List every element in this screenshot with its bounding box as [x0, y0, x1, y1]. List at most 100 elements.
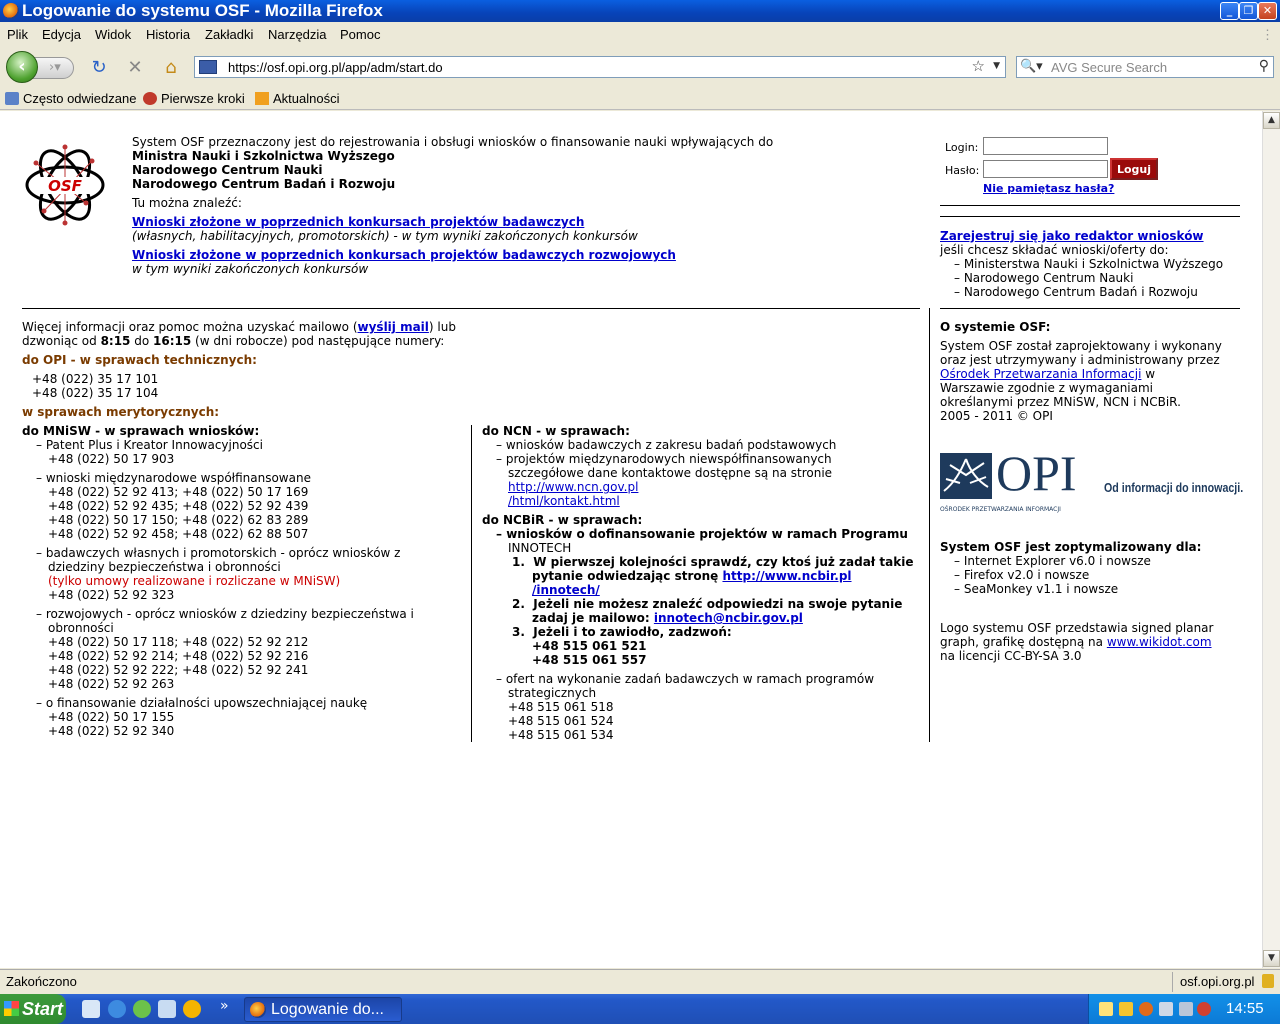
- network-icon[interactable]: [1159, 1002, 1173, 1016]
- ncn-contact-link-cont[interactable]: /html/kontakt.html: [508, 494, 620, 508]
- ncbir-item-cont: INNOTECH: [508, 541, 572, 555]
- ncbir-item: – wniosków o dofinansowanie projektów w …: [496, 527, 908, 541]
- minimize-button[interactable]: _: [1220, 2, 1239, 20]
- status-domain: osf.opi.org.pl: [1180, 974, 1255, 989]
- contact-line-2: dzwoniąc od 8:15 do 16:15 (w dni robocze…: [22, 334, 445, 348]
- forward-button[interactable]: ›▾: [32, 57, 74, 79]
- sun-icon[interactable]: [1139, 1002, 1153, 1016]
- security-icon[interactable]: [1197, 1002, 1211, 1016]
- ncn-item-cont: szczegółowe dane kontaktowe dostępne są …: [508, 466, 833, 480]
- menu-zakladki[interactable]: Zakładki: [205, 27, 253, 42]
- login-input[interactable]: [983, 137, 1108, 155]
- quicklaunch-desktop-icon[interactable]: [82, 1000, 100, 1018]
- scroll-down-icon[interactable]: ▼: [1263, 950, 1280, 967]
- windows-logo-icon: [4, 1001, 19, 1016]
- phone: +48 (022) 52 92 222; +48 (022) 52 92 241: [48, 663, 309, 677]
- ncn-item: – projektów międzynarodowych niewspółfin…: [496, 452, 832, 466]
- innotech-mail-link[interactable]: innotech@ncbir.gov.pl: [654, 611, 803, 625]
- about-line: Warszawie zgodnie z wymaganiami: [940, 381, 1154, 395]
- phone: +48 (022) 52 92 323: [48, 588, 175, 602]
- url-dropdown-icon[interactable]: ▼: [993, 61, 1000, 71]
- stop-icon[interactable]: ✕: [124, 57, 146, 79]
- bookmark-czesto-odwiedzane[interactable]: Często odwiedzane: [5, 91, 136, 106]
- phone: +48 515 061 534: [508, 728, 614, 742]
- taskbar-firefox-item[interactable]: Logowanie do...: [244, 997, 402, 1022]
- wikidot-link[interactable]: www.wikidot.com: [1107, 635, 1212, 649]
- phone: +48 (022) 50 17 118; +48 (022) 52 92 212: [48, 635, 309, 649]
- login-button[interactable]: Loguj: [1110, 158, 1158, 180]
- search-placeholder: AVG Secure Search: [1051, 60, 1168, 75]
- shield-icon[interactable]: [1119, 1002, 1133, 1016]
- menu-edycja[interactable]: Edycja: [42, 27, 81, 42]
- menu-historia[interactable]: Historia: [146, 27, 190, 42]
- link-research-applications[interactable]: Wnioski złożone w poprzednich konkursach…: [132, 215, 584, 229]
- send-mail-link[interactable]: wyślij mail: [358, 320, 429, 334]
- back-button[interactable]: ‹: [6, 51, 38, 83]
- lock-icon[interactable]: [1262, 974, 1274, 988]
- reload-icon[interactable]: ↻: [88, 57, 110, 79]
- menu-narzedzia[interactable]: Narzędzia: [268, 27, 327, 42]
- search-engine-icon[interactable]: 🔍▾: [1020, 59, 1043, 74]
- url-text: https://osf.opi.org.pl/app/adm/start.do: [228, 60, 443, 75]
- home-icon[interactable]: ⌂: [160, 57, 182, 79]
- phone: +48 (022) 52 92 214; +48 (022) 52 92 216: [48, 649, 309, 663]
- logo-credit: Logo systemu OSF przedstawia signed plan…: [940, 621, 1214, 635]
- merit-heading: w sprawach merytorycznych:: [22, 405, 220, 419]
- forgot-password-link[interactable]: Nie pamiętasz hasła?: [983, 182, 1114, 196]
- menu-bar: Plik Edycja Widok Historia Zakładki Narz…: [0, 24, 1280, 46]
- close-button[interactable]: ✕: [1258, 2, 1277, 20]
- quicklaunch-more-icon[interactable]: »: [220, 998, 229, 1014]
- optimized-heading: System OSF jest zoptymalizowany dla:: [940, 540, 1202, 554]
- quicklaunch-media-icon[interactable]: [133, 1000, 151, 1018]
- bookmarks-toolbar: Często odwiedzane Pierwsze kroki Aktualn…: [0, 88, 1280, 110]
- opi-link[interactable]: Ośrodek Przetwarzania Informacji: [940, 367, 1141, 381]
- bookmark-star-icon[interactable]: ☆: [972, 57, 985, 75]
- register-link[interactable]: Zarejestruj się jako redaktor wniosków: [940, 229, 1204, 243]
- menu-widok[interactable]: Widok: [95, 27, 131, 42]
- ncbir-item-cont: strategicznych: [508, 686, 597, 700]
- taskbar: Start » Logowanie do... 14:55: [0, 994, 1280, 1024]
- innotech-link-cont[interactable]: /innotech/: [532, 583, 600, 597]
- start-button[interactable]: Start: [0, 994, 66, 1024]
- menu-plik[interactable]: Plik: [7, 27, 28, 42]
- ncbir-step-3: 3. Jeżeli i to zawiodło, zadzwoń:: [512, 625, 732, 639]
- maximize-button[interactable]: ❐: [1239, 2, 1258, 20]
- find-heading: Tu można znaleźć:: [132, 196, 242, 210]
- quicklaunch-app-icon[interactable]: [158, 1000, 176, 1018]
- opi-slogan: Od informacji do innowacji.: [1104, 480, 1244, 495]
- about-copyright: 2005 - 2011 © OPI: [940, 409, 1053, 423]
- bookmark-aktualnosci[interactable]: Aktualności: [255, 91, 339, 106]
- opi-subtitle: OŚRODEK PRZETWARZANIA INFORMACJI: [940, 506, 1061, 513]
- quicklaunch-ie-icon[interactable]: [108, 1000, 126, 1018]
- password-input[interactable]: [983, 160, 1108, 178]
- phone: +48 515 061 518: [508, 700, 614, 714]
- mnisw-item-cont: dziedziny bezpieczeństwa i obronności: [48, 560, 281, 574]
- url-bar[interactable]: https://osf.opi.org.pl/app/adm/start.do …: [194, 56, 1006, 78]
- register-desc: jeśli chcesz składać wnioski/oferty do:: [940, 243, 1169, 257]
- divider: [940, 216, 1240, 217]
- search-bar[interactable]: 🔍▾ AVG Secure Search ⚲: [1016, 56, 1274, 78]
- menu-grip-icon: ⋮: [1261, 27, 1274, 42]
- help-icon[interactable]: [1099, 1002, 1113, 1016]
- scroll-up-icon[interactable]: ▲: [1263, 112, 1280, 129]
- menu-pomoc[interactable]: Pomoc: [340, 27, 380, 42]
- about-line: Ośrodek Przetwarzania Informacji w: [940, 367, 1156, 381]
- column-divider: [471, 425, 472, 742]
- ncbir-item: – ofert na wykonanie zadań badawczych w …: [496, 672, 875, 686]
- quicklaunch-sun-icon[interactable]: [183, 1000, 201, 1018]
- monitor-icon[interactable]: [1179, 1002, 1193, 1016]
- opi-technical-heading: do OPI - w sprawach technicznych:: [22, 353, 257, 367]
- about-line: określanymi przez MNiSW, NCN i NCBiR.: [940, 395, 1181, 409]
- opi-logo-text: OPI: [996, 445, 1077, 501]
- site-favicon-icon: [199, 60, 217, 74]
- innotech-link[interactable]: http://www.ncbir.pl: [722, 569, 851, 583]
- vertical-scrollbar[interactable]: ▲ ▼: [1262, 111, 1280, 968]
- search-go-icon[interactable]: ⚲: [1259, 58, 1269, 74]
- phone: +48 (022) 52 92 458; +48 (022) 62 88 507: [48, 527, 309, 541]
- logo-credit: graph, grafikę dostępną na www.wikidot.c…: [940, 635, 1212, 649]
- status-bar: Zakończono osf.opi.org.pl: [0, 969, 1280, 993]
- folder-icon: [5, 92, 19, 105]
- link-development-applications[interactable]: Wnioski złożone w poprzednich konkursach…: [132, 248, 676, 262]
- ncn-contact-link[interactable]: http://www.ncn.gov.pl: [508, 480, 638, 494]
- bookmark-pierwsze-kroki[interactable]: Pierwsze kroki: [143, 91, 245, 106]
